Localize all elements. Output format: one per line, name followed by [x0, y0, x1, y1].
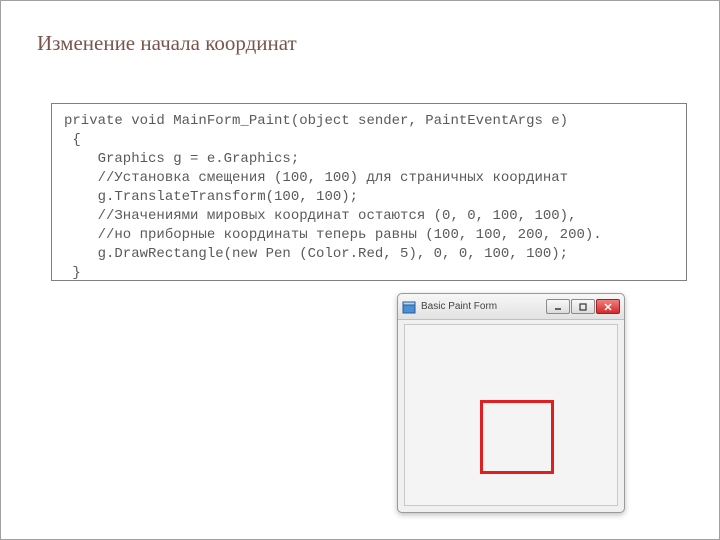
close-button[interactable]	[596, 299, 620, 314]
window-titlebar[interactable]: Basic Paint Form	[398, 294, 624, 320]
code-line: g.TranslateTransform(100, 100);	[64, 189, 358, 205]
app-icon	[402, 300, 416, 314]
code-line: //но приборные координаты теперь равны (…	[64, 227, 602, 243]
drawn-rectangle	[480, 400, 555, 475]
window-title: Basic Paint Form	[421, 301, 545, 312]
window-client-area	[404, 324, 618, 506]
code-line: //Значениями мировых координат остаются …	[64, 208, 576, 224]
code-line: {	[64, 132, 81, 148]
page-title: Изменение начала координат	[37, 31, 297, 56]
code-line: private void MainForm_Paint(object sende…	[64, 113, 568, 129]
minimize-button[interactable]	[546, 299, 570, 314]
maximize-button[interactable]	[571, 299, 595, 314]
demo-window: Basic Paint Form	[397, 293, 625, 513]
code-line: //Установка смещения (100, 100) для стра…	[64, 170, 568, 186]
code-line: Graphics g = e.Graphics;	[64, 151, 299, 167]
code-line: }	[64, 265, 81, 281]
code-line: g.DrawRectangle(new Pen (Color.Red, 5), …	[64, 246, 568, 262]
code-block: private void MainForm_Paint(object sende…	[51, 103, 687, 281]
